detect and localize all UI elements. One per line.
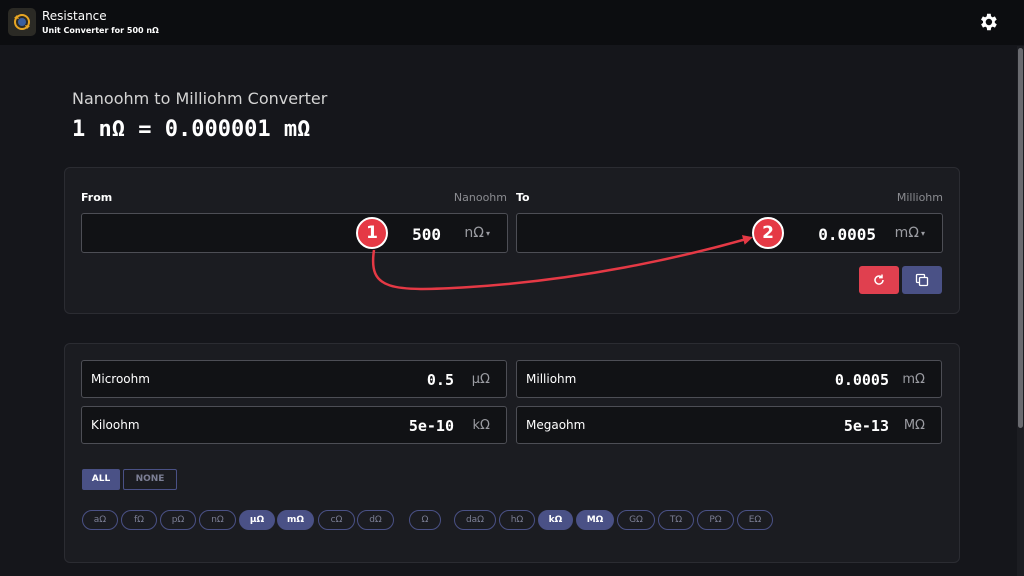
result-value: 0.0005 <box>834 371 889 389</box>
result-unit: μΩ <box>471 372 490 387</box>
unit-chip[interactable]: dΩ <box>357 510 394 530</box>
scrollbar-thumb[interactable] <box>1018 48 1023 428</box>
chevron-down-icon: ▾ <box>485 228 490 238</box>
unit-chip[interactable]: nΩ <box>199 510 236 530</box>
result-row-microohm[interactable]: Microohm 0.5 μΩ <box>81 360 507 398</box>
result-unit: MΩ <box>903 418 925 433</box>
unit-chip[interactable]: pΩ <box>160 510 196 530</box>
result-value: 5e-13 <box>843 417 889 435</box>
unit-chip[interactable]: PΩ <box>697 510 734 530</box>
unit-chip[interactable]: MΩ <box>576 510 614 530</box>
to-value-input[interactable]: 0.0005 mΩ ▾ <box>516 213 943 253</box>
result-name: Microohm <box>91 372 150 386</box>
conversion-formula: 1 nΩ = 0.000001 mΩ <box>72 117 311 142</box>
from-unit-name: Nanoohm <box>453 191 507 204</box>
result-unit: kΩ <box>472 418 490 433</box>
to-label: To <box>516 191 530 204</box>
page-scrollbar[interactable] <box>1017 46 1024 576</box>
copy-button[interactable] <box>902 266 942 294</box>
unit-chip[interactable]: EΩ <box>737 510 773 530</box>
unit-chip[interactable]: TΩ <box>658 510 694 530</box>
from-label: From <box>81 191 113 204</box>
copy-icon <box>915 273 929 287</box>
annotation-badge-2: 2 <box>752 217 784 249</box>
annotation-badge-1: 1 <box>356 217 388 249</box>
gear-icon[interactable] <box>977 11 999 33</box>
from-unit-select[interactable]: nΩ ▾ <box>464 225 490 241</box>
to-unit: mΩ <box>894 225 919 241</box>
chevron-down-icon: ▾ <box>920 228 925 238</box>
unit-chip[interactable]: cΩ <box>318 510 355 530</box>
result-row-kiloohm[interactable]: Kiloohm 5e-10 kΩ <box>81 406 507 444</box>
page-title: Nanoohm to Milliohm Converter <box>72 89 328 108</box>
to-unit-select[interactable]: mΩ ▾ <box>895 225 925 241</box>
unit-chip[interactable]: daΩ <box>454 510 496 530</box>
reset-button[interactable] <box>859 266 899 294</box>
result-name: Kiloohm <box>91 418 140 432</box>
app-subtitle: Unit Converter for 500 nΩ <box>42 26 159 35</box>
app-title: Resistance <box>42 9 107 23</box>
unit-chip[interactable]: μΩ <box>239 510 275 530</box>
unit-chip[interactable]: hΩ <box>499 510 535 530</box>
app-logo-icon <box>8 8 36 36</box>
result-name: Milliohm <box>526 372 577 386</box>
from-unit: nΩ <box>464 225 484 241</box>
select-none-button[interactable]: NONE <box>123 469 177 490</box>
unit-chip[interactable]: kΩ <box>538 510 573 530</box>
unit-chip[interactable]: GΩ <box>617 510 655 530</box>
to-unit-name: Milliohm <box>896 191 943 204</box>
top-bar: Resistance Unit Converter for 500 nΩ <box>0 0 1024 45</box>
result-row-milliohm[interactable]: Milliohm 0.0005 mΩ <box>516 360 942 398</box>
result-unit: mΩ <box>902 372 925 387</box>
select-all-button[interactable]: ALL <box>82 469 120 490</box>
from-value-input[interactable]: 500 nΩ ▾ <box>81 213 508 253</box>
unit-chip[interactable]: mΩ <box>277 510 314 530</box>
unit-chip[interactable]: fΩ <box>121 510 157 530</box>
result-row-megaohm[interactable]: Megaohm 5e-13 MΩ <box>516 406 942 444</box>
unit-chip[interactable]: aΩ <box>82 510 118 530</box>
result-value: 5e-10 <box>408 417 454 435</box>
unit-chip[interactable]: Ω <box>409 510 441 530</box>
result-name: Megaohm <box>526 418 586 432</box>
result-value: 0.5 <box>426 371 454 389</box>
reset-icon <box>874 274 884 285</box>
